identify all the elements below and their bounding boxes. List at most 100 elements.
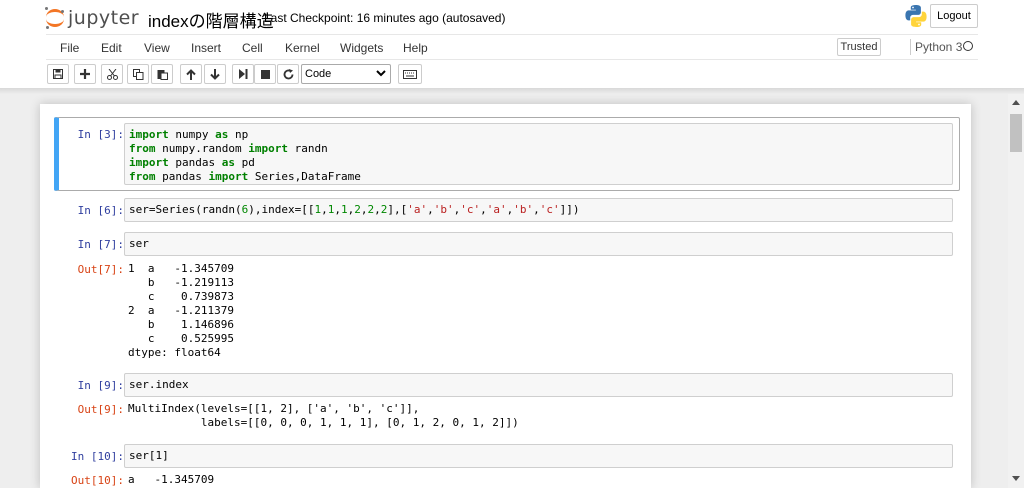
code-token: import	[248, 142, 288, 155]
save-icon	[53, 69, 63, 79]
code-token: ,	[427, 203, 434, 216]
restart-icon	[283, 68, 293, 79]
vertical-scrollbar[interactable]	[1008, 94, 1024, 488]
code-line: ser=Series(randn(6),index=[[1,1,1,2,2,2]…	[129, 203, 948, 217]
logo-text: jupyter	[68, 7, 140, 29]
kernel-status-icon	[963, 41, 973, 51]
cut-icon	[106, 68, 118, 80]
input-prompt: In [7]:	[77, 238, 124, 251]
copy-button[interactable]	[127, 64, 149, 84]
plus-icon	[80, 69, 90, 79]
scroll-up-arrow-icon[interactable]	[1012, 100, 1020, 105]
header-shadow	[0, 88, 1024, 94]
code-token: pandas	[168, 156, 222, 169]
code-token: 'b'	[433, 203, 454, 216]
move-down-button[interactable]	[204, 64, 226, 84]
code-line: ser[1]	[129, 449, 948, 463]
menu-cell[interactable]: Cell	[242, 41, 263, 55]
code-token: pandas	[155, 170, 209, 183]
output-prompt: Out[7]:	[77, 263, 124, 276]
code-token: Series,DataFrame	[248, 170, 361, 183]
cut-button[interactable]	[101, 64, 123, 84]
cell-output: 1 a -1.345709 b -1.219113 c 0.739873 2 a…	[128, 262, 234, 359]
input-prompt: In [6]:	[77, 204, 124, 217]
code-token: as	[221, 156, 235, 169]
code-input[interactable]: import numpy as np from numpy.random impo…	[124, 123, 953, 185]
stop-icon	[260, 69, 270, 79]
cell-type-value: Code	[305, 68, 332, 80]
cell-output: a -1.345709	[128, 473, 215, 486]
code-token: ,	[374, 203, 381, 216]
code-line: from numpy.random import randn	[129, 142, 948, 156]
save-button[interactable]	[47, 64, 69, 84]
code-input[interactable]: ser	[124, 232, 953, 256]
code-token: 'c'	[460, 203, 481, 216]
code-token: ,	[334, 203, 341, 216]
notebook-name[interactable]: indexの階層構造	[148, 7, 274, 32]
code-input[interactable]: ser.index	[124, 373, 953, 397]
command-palette-button[interactable]	[398, 64, 422, 84]
input-prompt: In [9]:	[77, 379, 124, 392]
code-token: np	[228, 128, 249, 141]
output-prompt: Out[10]:	[71, 474, 124, 487]
arrow-up-icon	[186, 68, 196, 80]
code-token: import	[129, 156, 169, 169]
code-token: ,	[321, 203, 328, 216]
code-line: from pandas import Series,DataFrame	[129, 170, 948, 184]
jupyter-logo-icon	[44, 7, 66, 29]
menu-widgets[interactable]: Widgets	[340, 41, 383, 55]
code-token: ]])	[559, 203, 580, 216]
code-token: 'a'	[407, 203, 428, 216]
code-token: 1	[340, 203, 348, 216]
code-token: ser	[129, 237, 149, 250]
insert-cell-button[interactable]	[74, 64, 96, 84]
code-token: 'a'	[486, 203, 507, 216]
paste-button[interactable]	[151, 64, 173, 84]
output-prompt: Out[9]:	[77, 403, 124, 416]
arrow-down-icon	[210, 68, 220, 80]
notebook-container: In [3]: import numpy as np from numpy.ran…	[40, 104, 971, 488]
code-token: import	[208, 170, 249, 183]
code-token: from	[129, 170, 156, 183]
menu-insert[interactable]: Insert	[191, 41, 221, 55]
input-prompt: In [10]:	[71, 450, 124, 463]
paste-icon	[157, 69, 168, 80]
chevron-down-icon	[376, 70, 386, 77]
code-token: as	[215, 128, 229, 141]
code-input[interactable]: ser[1]	[124, 444, 953, 468]
python-logo-icon	[905, 5, 927, 27]
code-input[interactable]: ser=Series(randn(6),index=[[1,1,1,2,2,2]…	[124, 198, 953, 222]
header: jupyter indexの階層構造 Last Checkpoint: 16 m…	[0, 0, 1024, 88]
code-token: numpy.random	[155, 142, 249, 155]
jupyter-logo[interactable]: jupyter	[44, 6, 139, 30]
code-line: import pandas as pd	[129, 156, 948, 170]
cell-output: MultiIndex(levels=[[1, 2], ['a', 'b', 'c…	[128, 402, 519, 429]
code-token: import	[129, 128, 169, 141]
menu-view[interactable]: View	[144, 41, 170, 55]
kernel-name: Python 3	[915, 40, 963, 54]
code-token: ser.index	[129, 378, 189, 391]
logout-button[interactable]: Logout	[930, 4, 978, 28]
menu-help[interactable]: Help	[403, 41, 428, 55]
move-up-button[interactable]	[180, 64, 202, 84]
input-prompt: In [3]:	[77, 128, 124, 141]
scroll-down-arrow-icon[interactable]	[1012, 476, 1020, 481]
restart-button[interactable]	[277, 64, 299, 84]
menu-kernel[interactable]: Kernel	[285, 41, 320, 55]
cell-type-select[interactable]: Code	[301, 64, 391, 84]
kernel-separator	[910, 39, 911, 55]
interrupt-button[interactable]	[254, 64, 276, 84]
copy-icon	[132, 68, 143, 80]
code-token: 'c'	[539, 203, 560, 216]
menu-edit[interactable]: Edit	[101, 41, 122, 55]
checkpoint-status: Last Checkpoint: 16 minutes ago (autosav…	[264, 11, 506, 25]
run-button[interactable]	[232, 64, 254, 84]
trusted-indicator[interactable]: Trusted	[837, 38, 881, 56]
scrollbar-thumb[interactable]	[1010, 114, 1022, 152]
code-line: ser	[129, 237, 948, 251]
code-token: ser[1]	[129, 449, 169, 462]
menu-file[interactable]: File	[60, 41, 79, 55]
code-token: from	[129, 142, 156, 155]
code-line: import numpy as np	[129, 128, 948, 142]
code-token: ),index=[[	[248, 203, 315, 216]
